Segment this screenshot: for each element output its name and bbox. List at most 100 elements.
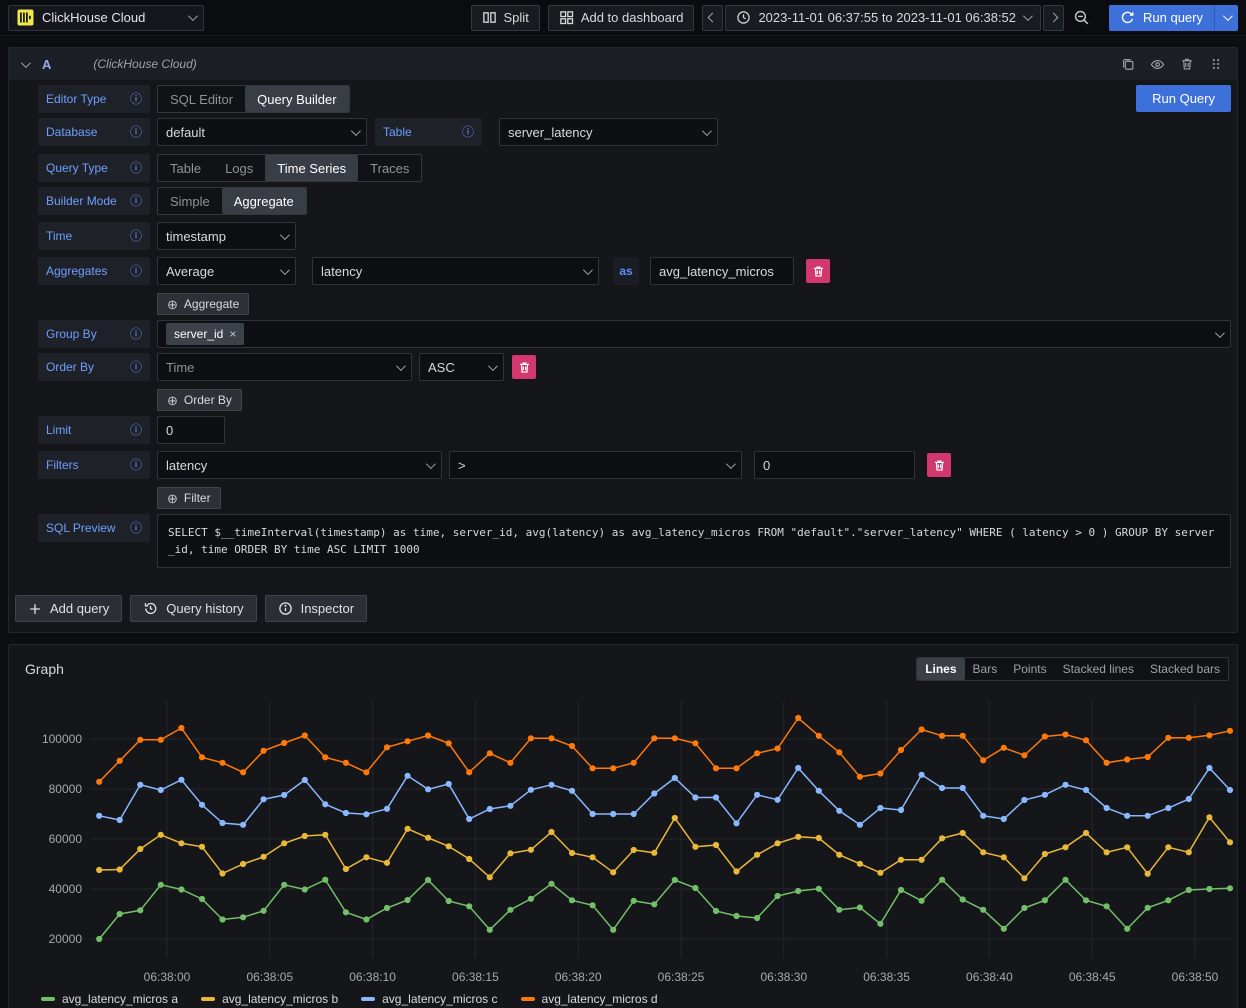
database-select[interactable]: default (157, 118, 367, 146)
group-by-multiselect[interactable]: server_id × (157, 320, 1231, 348)
info-icon[interactable]: ⓘ (462, 126, 474, 138)
mode-tab-lines[interactable]: Lines (917, 658, 964, 680)
series-point (96, 936, 102, 942)
legend-item[interactable]: avg_latency_micros a (41, 992, 178, 1006)
info-icon[interactable]: ⓘ (130, 328, 142, 340)
series-point (1227, 839, 1233, 845)
remove-filter-button[interactable] (927, 453, 951, 477)
mode-tab-bars[interactable]: Bars (965, 658, 1006, 680)
remove-aggregate-button[interactable] (806, 259, 830, 283)
info-icon[interactable]: ⓘ (130, 424, 142, 436)
add-to-dashboard-button[interactable]: Add to dashboard (548, 5, 695, 31)
series-point (775, 840, 781, 846)
legend-item[interactable]: avg_latency_micros d (521, 992, 658, 1006)
info-icon[interactable]: ⓘ (130, 361, 142, 373)
query-type-option-traces[interactable]: Traces (358, 155, 421, 181)
time-range-back-button[interactable] (702, 5, 723, 31)
aggregate-column-value: latency (321, 264, 362, 279)
series-point (446, 740, 452, 746)
info-icon[interactable]: ⓘ (130, 459, 142, 471)
inspector-button[interactable]: Inspector (265, 595, 367, 622)
duplicate-query-button[interactable] (1119, 55, 1137, 73)
legend-item[interactable]: avg_latency_micros c (361, 992, 497, 1006)
series-point (590, 902, 596, 908)
series-point (816, 733, 822, 739)
info-icon[interactable]: ⓘ (130, 230, 142, 242)
mode-tab-stacked-bars[interactable]: Stacked bars (1142, 658, 1228, 680)
split-button[interactable]: Split (471, 5, 540, 31)
aggregate-column-select[interactable]: latency (312, 257, 599, 285)
series-point (405, 826, 411, 832)
remove-order-by-button[interactable] (512, 355, 536, 379)
add-filter-button[interactable]: ⊕ Filter (157, 487, 221, 509)
time-range-picker[interactable]: 2023-11-01 06:37:55 to 2023-11-01 06:38:… (725, 5, 1041, 31)
series-point (1124, 926, 1130, 932)
order-by-field-select[interactable]: Time (157, 353, 412, 381)
add-aggregate-button[interactable]: ⊕ Aggregate (157, 293, 249, 315)
mode-tab-points[interactable]: Points (1005, 658, 1054, 680)
info-icon[interactable]: ⓘ (130, 195, 142, 207)
order-by-row: Order By ⓘ Time ASC (38, 353, 1231, 381)
series-point (692, 794, 698, 800)
series-point (528, 847, 534, 853)
info-icon[interactable]: ⓘ (130, 522, 142, 534)
tag-label: server_id (174, 327, 223, 341)
order-by-direction-select[interactable]: ASC (419, 353, 504, 381)
y-axis-tick-label: 20000 (49, 932, 83, 946)
time-column-value: timestamp (166, 229, 226, 244)
add-order-by-button[interactable]: ⊕ Order By (157, 389, 242, 411)
add-query-button[interactable]: Add query (15, 595, 122, 622)
series-point (795, 834, 801, 840)
series-point (240, 822, 246, 828)
run-query-dropdown-button[interactable] (1214, 5, 1238, 31)
query-type-option-table[interactable]: Table (158, 155, 213, 181)
filter-field-select[interactable]: latency (157, 451, 442, 479)
series-point (96, 813, 102, 819)
builder-mode-option-aggregate[interactable]: Aggregate (222, 188, 306, 214)
editor-type-option-sql-editor[interactable]: SQL Editor (158, 86, 245, 112)
field-label: Order By (46, 360, 94, 374)
collapse-chevron-icon[interactable] (21, 58, 31, 68)
query-type-option-logs[interactable]: Logs (213, 155, 265, 181)
run-query-editor-button[interactable]: Run Query (1136, 85, 1231, 112)
aggregate-alias-input[interactable] (650, 257, 794, 285)
remove-query-button[interactable] (1178, 55, 1196, 73)
info-icon[interactable]: ⓘ (130, 93, 142, 105)
legend-item[interactable]: avg_latency_micros b (201, 992, 338, 1006)
query-type-option-time-series[interactable]: Time Series (265, 155, 358, 181)
limit-input[interactable] (157, 416, 225, 444)
query-footer: Add query Query history Inspector (15, 595, 1237, 622)
time-range-forward-button[interactable] (1043, 5, 1064, 31)
drag-handle[interactable] (1207, 55, 1225, 73)
series-point (548, 782, 554, 788)
info-icon[interactable]: ⓘ (130, 126, 142, 138)
timeseries-chart[interactable]: 2000040000600008000010000006:38:0006:38:… (9, 689, 1237, 989)
legend-swatch-icon (521, 997, 535, 1001)
remove-tag-icon[interactable]: × (229, 327, 236, 341)
builder-mode-option-simple[interactable]: Simple (158, 188, 222, 214)
group-by-tag-server-id[interactable]: server_id × (166, 323, 244, 345)
series-point (302, 732, 308, 738)
series-point (466, 856, 472, 862)
query-history-button[interactable]: Query history (130, 595, 256, 622)
filter-operator-select[interactable]: > (449, 451, 742, 479)
datasource-picker[interactable]: ClickHouse Cloud (8, 5, 204, 31)
filter-value-input[interactable] (754, 451, 915, 479)
series-point (507, 907, 513, 913)
toggle-visibility-button[interactable] (1148, 55, 1167, 74)
series-point (507, 760, 513, 766)
table-select[interactable]: server_latency (499, 118, 718, 146)
time-column-select[interactable]: timestamp (157, 222, 296, 250)
mode-tab-stacked-lines[interactable]: Stacked lines (1055, 658, 1142, 680)
run-query-button[interactable]: Run query (1109, 5, 1214, 31)
info-icon[interactable]: ⓘ (130, 162, 142, 174)
info-icon[interactable]: ⓘ (130, 265, 142, 277)
filter-field-value: latency (166, 458, 207, 473)
query-row-header[interactable]: A (ClickHouse Cloud) (9, 48, 1237, 80)
series-line (99, 768, 1230, 825)
zoom-out-button[interactable] (1066, 5, 1097, 31)
legend-label: avg_latency_micros a (62, 992, 178, 1006)
aggregate-function-select[interactable]: Average (157, 257, 296, 285)
editor-type-option-query-builder[interactable]: Query Builder (245, 86, 348, 112)
chevron-down-icon (351, 126, 361, 136)
